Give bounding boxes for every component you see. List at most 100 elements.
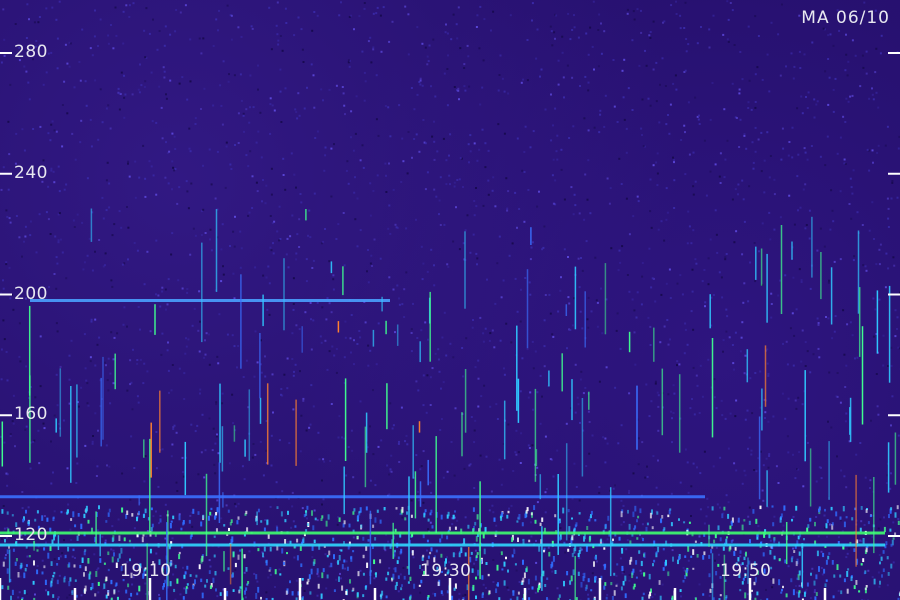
noise-speck	[424, 188, 427, 191]
noise-speck	[388, 567, 391, 570]
noise-speck	[792, 453, 794, 456]
noise-speck	[234, 502, 236, 505]
noise-speck	[485, 587, 487, 589]
noise-speck	[640, 9, 642, 12]
noise-speck	[200, 521, 203, 527]
noise-speck	[127, 160, 130, 163]
noise-speck	[146, 370, 149, 373]
noise-speck	[209, 565, 212, 568]
noise-speck	[280, 511, 283, 517]
noise-speck	[127, 226, 130, 229]
noise-speck	[94, 593, 97, 597]
noise-speck	[186, 288, 189, 290]
noise-speck	[788, 194, 791, 197]
noise-speck	[174, 148, 177, 150]
noise-speck	[379, 519, 382, 524]
noise-speck	[118, 210, 121, 213]
noise-speck	[129, 383, 132, 386]
noise-speck	[433, 188, 436, 191]
noise-speck	[530, 512, 533, 516]
noise-speck	[741, 179, 744, 182]
noise-speck	[478, 47, 481, 50]
noise-speck	[245, 359, 248, 362]
noise-speck	[482, 204, 485, 207]
noise-speck	[161, 286, 164, 289]
noise-speck	[656, 511, 659, 515]
noise-speck	[780, 158, 783, 161]
noise-speck	[482, 340, 485, 343]
noise-speck	[193, 307, 196, 310]
noise-speck	[743, 469, 746, 472]
noise-speck	[340, 549, 343, 552]
noise-speck	[245, 510, 248, 515]
noise-speck	[686, 568, 688, 573]
noise-speck	[484, 142, 487, 145]
noise-speck	[292, 408, 295, 411]
noise-speck	[861, 224, 864, 226]
noise-speck	[9, 221, 12, 224]
noise-speck	[150, 527, 153, 532]
noise-speck	[758, 529, 761, 532]
noise-speck	[295, 252, 298, 255]
noise-speck	[769, 539, 772, 542]
noise-speck	[361, 144, 364, 147]
noise-speck	[791, 126, 794, 129]
noise-speck	[335, 238, 338, 240]
noise-speck	[738, 146, 741, 148]
noise-speck	[766, 131, 769, 134]
noise-speck	[764, 411, 767, 414]
noise-speck	[112, 358, 115, 361]
noise-speck	[457, 6, 460, 9]
noise-speck	[282, 157, 285, 160]
noise-speck	[247, 165, 250, 168]
noise-speck	[754, 73, 757, 76]
noise-speck	[85, 104, 88, 107]
noise-speck	[221, 223, 224, 226]
noise-speck	[573, 26, 576, 29]
noise-speck	[870, 419, 872, 422]
noise-speck	[217, 362, 220, 365]
noise-speck	[369, 425, 371, 428]
noise-speck	[237, 502, 240, 505]
noise-speck	[214, 472, 217, 475]
noise-speck	[864, 265, 867, 268]
noise-speck	[422, 554, 425, 558]
noise-speck	[836, 455, 838, 458]
noise-speck	[731, 82, 734, 85]
noise-speck	[435, 549, 438, 553]
noise-speck	[623, 58, 626, 61]
noise-speck	[126, 510, 129, 516]
noise-speck	[735, 469, 738, 472]
noise-speck	[128, 15, 131, 18]
noise-speck	[862, 558, 865, 563]
noise-speck	[527, 189, 530, 191]
noise-speck	[230, 168, 233, 170]
noise-speck	[216, 150, 219, 153]
noise-speck	[805, 588, 808, 591]
noise-speck	[89, 360, 92, 363]
noise-speck	[394, 528, 397, 532]
noise-speck	[896, 196, 899, 199]
noise-speck	[463, 467, 466, 470]
noise-speck	[17, 572, 20, 578]
noise-speck	[475, 555, 478, 559]
noise-speck	[464, 89, 467, 92]
noise-speck	[747, 101, 750, 104]
noise-speck	[185, 180, 188, 183]
noise-speck	[291, 505, 294, 508]
noise-speck	[590, 589, 593, 592]
noise-speck	[667, 514, 670, 518]
noise-speck	[137, 401, 140, 404]
noise-speck	[448, 174, 451, 177]
noise-speck	[58, 574, 61, 577]
noise-speck	[410, 350, 413, 353]
noise-speck	[479, 103, 482, 106]
noise-speck	[864, 476, 867, 479]
noise-speck	[439, 176, 442, 179]
noise-speck	[124, 93, 127, 96]
noise-speck	[611, 596, 614, 600]
noise-speck	[39, 335, 42, 338]
noise-speck	[668, 509, 671, 515]
noise-speck	[610, 582, 613, 586]
noise-speck	[284, 539, 287, 545]
